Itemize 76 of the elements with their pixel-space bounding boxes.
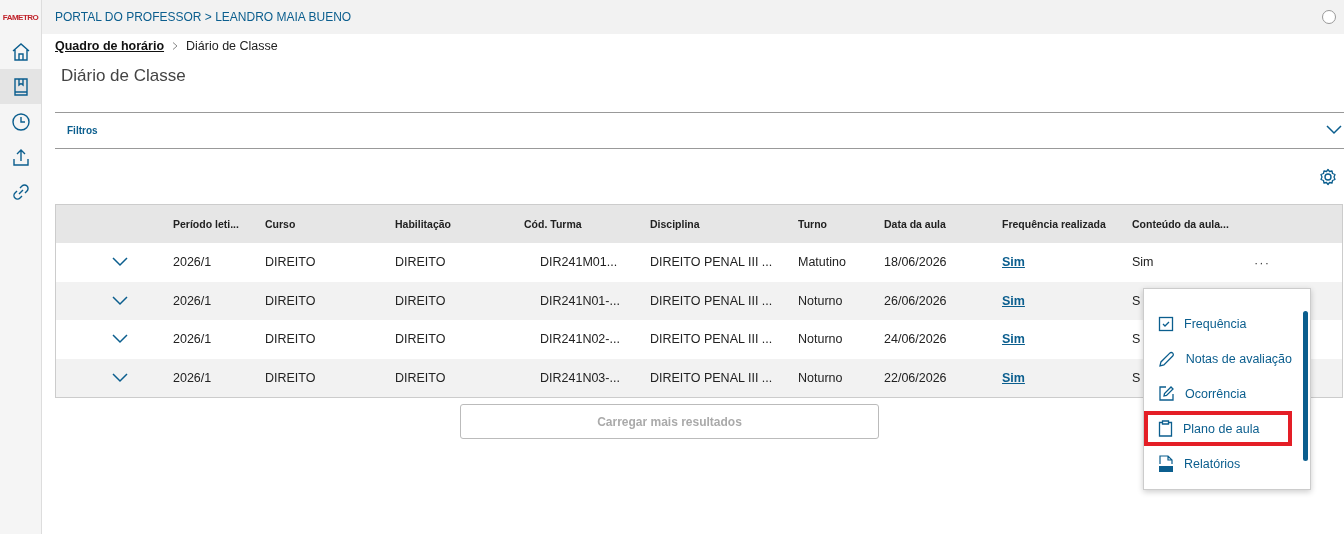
table-cell-text: DIR241N01-... [539,293,621,308]
table-cell-text: S [1132,332,1142,347]
table-cell-text: DIREITO [395,332,447,347]
checkbox-icon [1158,315,1174,332]
expand-row-icon[interactable] [111,295,128,306]
book-icon [11,76,30,97]
link-icon [10,181,31,202]
table-cell-text: S [1132,370,1142,385]
menu-item[interactable]: Ocorrência [1144,376,1292,411]
table-cell-text: DIREITO [265,293,317,308]
menu-item[interactable]: Notas de avaliação [1144,341,1292,376]
table-link[interactable]: Sim [1002,255,1132,270]
table-cell-text: DIREITO PENAL III ... [650,370,774,385]
sidebar-item[interactable] [0,69,41,104]
menu-item[interactable]: Relatórios [1144,446,1292,481]
header-title: PORTAL DO PROFESSOR > LEANDRO MAIA BUENO [55,10,352,24]
column-header: Disciplina [650,218,701,230]
logo: FAMETRO [2,11,39,24]
column-header: Turno [798,218,828,230]
table-cell-text: DIREITO PENAL III ... [650,293,774,308]
table-cell-text: 26/06/2026 [884,293,948,308]
user-icon[interactable] [1322,10,1336,24]
column-header: Data da aula [884,218,947,230]
table-cell-text: DIREITO [395,293,447,308]
more-button[interactable]: ··· [1254,254,1270,270]
table-cell-text: 22/06/2026 [884,370,948,385]
expand-row-icon[interactable] [111,257,128,268]
table-cell-text: DIREITO [395,370,447,385]
table-cell-text: DIREITO [265,332,317,347]
settings-icon[interactable] [1319,167,1337,186]
column-header: Habilitação [395,218,453,230]
pdf-file-icon [1158,454,1174,473]
column-header: Frequência realizada [1002,218,1107,230]
table-cell-text: 2026/1 [173,332,213,347]
table-cell-text: DIR241N02-... [539,332,621,347]
breadcrumb-separator-icon [172,41,179,50]
table-cell-text: 2026/1 [173,293,213,308]
table-link[interactable]: Sim [1002,370,1132,385]
breadcrumb-link[interactable]: Quadro de horário [55,38,165,53]
table-cell-text: Sim [1132,255,1155,270]
table-cell-text: DIREITO PENAL III ... [650,332,774,347]
table-cell-text: DIR241M01... [539,255,619,270]
table-cell-text: DIREITO [265,370,317,385]
expand-row-icon[interactable] [111,372,128,383]
table-link[interactable]: Sim [1002,332,1132,347]
pencil-icon [1158,349,1176,368]
edit-icon [1158,385,1175,402]
table-cell-text: S [1132,293,1142,308]
expand-icon[interactable] [1326,124,1342,135]
table-link[interactable]: Sim [1002,293,1132,308]
menu-item[interactable]: Frequência [1144,306,1292,341]
table-cell-text: DIREITO [395,255,447,270]
table-cell-text: DIREITO [265,255,317,270]
column-header: Conteúdo da aula... [1132,218,1230,230]
menu-item[interactable]: Plano de aula [1144,411,1292,446]
table-cell-text: Matutino [798,255,847,270]
table-cell-text: Noturno [798,370,844,385]
clipboard-icon [1158,420,1173,437]
page-title: Diário de Classe [61,66,187,87]
breadcrumb-current: Diário de Classe [186,38,278,53]
table-cell-text: Noturno [798,332,844,347]
table-cell-text: Noturno [798,293,844,308]
column-header: Período leti... [173,218,240,230]
scrollbar[interactable] [1303,311,1308,461]
home-icon [10,41,31,62]
table-cell-text: DIR241N03-... [539,370,621,385]
table-cell-text: 18/06/2026 [884,255,948,270]
table-cell-text: 2026/1 [173,370,213,385]
column-header: Curso [265,218,297,230]
clock-icon [10,111,31,132]
filters-label[interactable]: Filtros [67,125,98,136]
expand-row-icon[interactable] [111,334,128,345]
table-cell-text: DIREITO PENAL III ... [650,255,774,270]
column-header: Cód. Turma [524,218,583,230]
table-cell-text: 2026/1 [173,255,213,270]
table-cell-text: 24/06/2026 [884,332,948,347]
